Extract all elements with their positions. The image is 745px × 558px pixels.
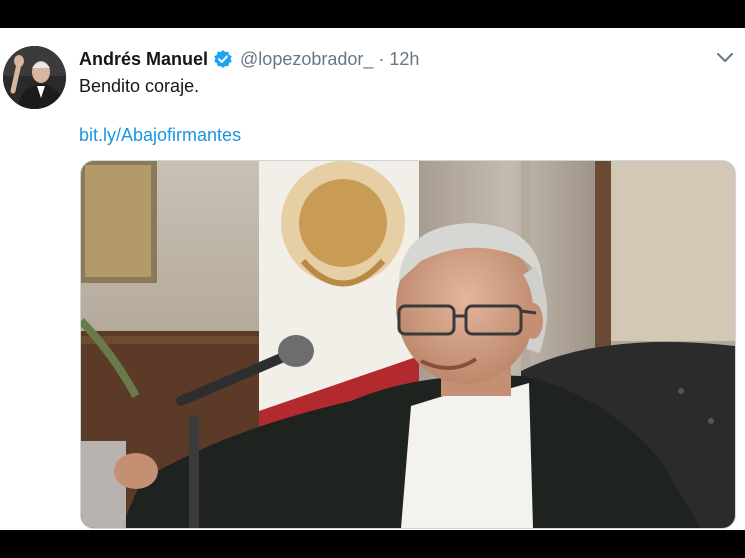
timestamp[interactable]: 12h <box>389 49 419 70</box>
separator-dot: · <box>378 48 385 69</box>
tweet-photo[interactable] <box>80 160 736 529</box>
tweet-card[interactable]: Andrés Manuel @lopezobrador_ · 12h Bendi… <box>0 28 745 530</box>
user-handle[interactable]: @lopezobrador_ <box>240 49 373 70</box>
chevron-down-icon[interactable] <box>716 51 734 65</box>
display-name[interactable]: Andrés Manuel <box>79 49 208 70</box>
verified-badge-icon <box>213 49 233 69</box>
avatar[interactable] <box>3 46 66 109</box>
tweet-link[interactable]: bit.ly/Abajofirmantes <box>79 125 241 146</box>
photo-image <box>81 161 735 528</box>
avatar-image <box>3 46 66 109</box>
tweet-header: Andrés Manuel @lopezobrador_ · 12h <box>79 47 419 71</box>
tweet-text: Bendito coraje. <box>79 76 200 96</box>
